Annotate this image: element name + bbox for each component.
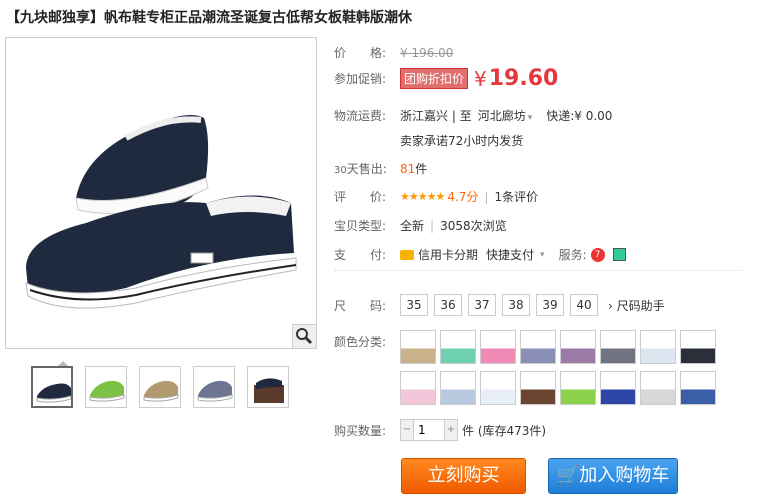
color-swatch[interactable]: [680, 371, 716, 405]
color-swatch[interactable]: [520, 371, 556, 405]
color-swatch[interactable]: [480, 330, 516, 364]
destination-select[interactable]: 河北廊坊 ▾: [478, 107, 533, 124]
size-option[interactable]: 37: [468, 294, 496, 316]
guarantee-icon: [612, 248, 626, 261]
color-swatch[interactable]: [680, 330, 716, 364]
color-swatch[interactable]: [640, 371, 676, 405]
main-product-image[interactable]: [5, 37, 317, 349]
quantity-stepper: − +: [400, 419, 458, 441]
size-option[interactable]: 38: [502, 294, 530, 316]
product-title: 【九块邮独享】帆布鞋专柜正品潮流圣诞复古低帮女板鞋韩版潮休: [6, 10, 412, 26]
shoe-image: [25, 114, 297, 309]
price-row: 价 格: ¥ 196.00: [334, 45, 454, 61]
ship-promise: 卖家承诺72小时内发货: [400, 134, 524, 148]
rating-row: 评 价: ★★★★★ 4.7分 | 1条评价: [334, 188, 539, 205]
thumbnail-3[interactable]: [139, 366, 181, 408]
payment-row: 支 付: 信用卡分期 快捷支付 ▾ 服务: 7: [334, 246, 626, 263]
thumbnail-strip: [31, 366, 289, 408]
sales-count: 81: [400, 161, 416, 176]
cart-icon: 🛒: [556, 465, 580, 486]
thumbnail-2[interactable]: [85, 366, 127, 408]
color-swatches: [400, 330, 716, 405]
promo-price: 19.60: [488, 66, 559, 91]
star-rating-icon: ★★★★★: [400, 190, 445, 203]
reviews-link[interactable]: 1条评价: [494, 188, 538, 205]
buy-now-button[interactable]: 立刻购买: [401, 458, 526, 494]
add-to-cart-button[interactable]: 🛒加入购物车: [548, 458, 678, 494]
color-swatch[interactable]: [400, 371, 436, 405]
zoom-icon[interactable]: [292, 324, 316, 348]
quantity-row: 购买数量: − + 件 (库存473件): [334, 419, 546, 441]
thumbnail-5[interactable]: [247, 366, 289, 408]
chevron-right-icon: ›: [608, 298, 613, 313]
divider: [334, 270, 742, 271]
color-swatch[interactable]: [480, 371, 516, 405]
color-swatch[interactable]: [440, 371, 476, 405]
promo-badge: 团购折扣价: [400, 68, 469, 89]
original-price: ¥ 196.00: [400, 45, 454, 60]
color-swatch[interactable]: [640, 330, 676, 364]
increment-button[interactable]: +: [445, 420, 457, 440]
size-option[interactable]: 35: [400, 294, 428, 316]
quantity-input[interactable]: [413, 420, 445, 440]
seven-day-return-icon: 7: [590, 247, 605, 262]
size-option[interactable]: 39: [536, 294, 564, 316]
quick-pay-link[interactable]: 快捷支付: [486, 246, 534, 263]
decrement-button[interactable]: −: [401, 420, 413, 440]
size-option[interactable]: 36: [434, 294, 462, 316]
credit-installment-link[interactable]: 信用卡分期: [418, 246, 478, 263]
color-swatch[interactable]: [560, 330, 596, 364]
thumbnail-4[interactable]: [193, 366, 235, 408]
shipping-row: 物流运费: 浙江嘉兴 | 至 河北廊坊 ▾ 快递:¥ 0.00: [334, 107, 613, 124]
color-swatch[interactable]: [600, 330, 636, 364]
color-swatch[interactable]: [440, 330, 476, 364]
color-label-row: 颜色分类:: [334, 335, 387, 349]
color-swatch[interactable]: [560, 371, 596, 405]
sales-row: 30天售出: 81 件: [334, 161, 428, 177]
size-row: 尺 码: 35 36 37 38 39 40 › 尺码助手: [334, 294, 665, 316]
color-swatch[interactable]: [600, 371, 636, 405]
color-swatch[interactable]: [400, 330, 436, 364]
promo-row: 参加促销: 团购折扣价 ¥ 19.60: [334, 66, 559, 91]
chevron-down-icon[interactable]: ▾: [540, 250, 545, 260]
size-guide-link[interactable]: › 尺码助手: [608, 297, 665, 314]
type-row: 宝贝类型: 全新 | 3058次浏览: [334, 218, 507, 234]
chevron-down-icon: ▾: [527, 113, 533, 123]
credit-card-icon: [400, 249, 414, 260]
thumbnail-1[interactable]: [31, 366, 73, 408]
size-option[interactable]: 40: [570, 294, 598, 316]
color-swatch[interactable]: [520, 330, 556, 364]
